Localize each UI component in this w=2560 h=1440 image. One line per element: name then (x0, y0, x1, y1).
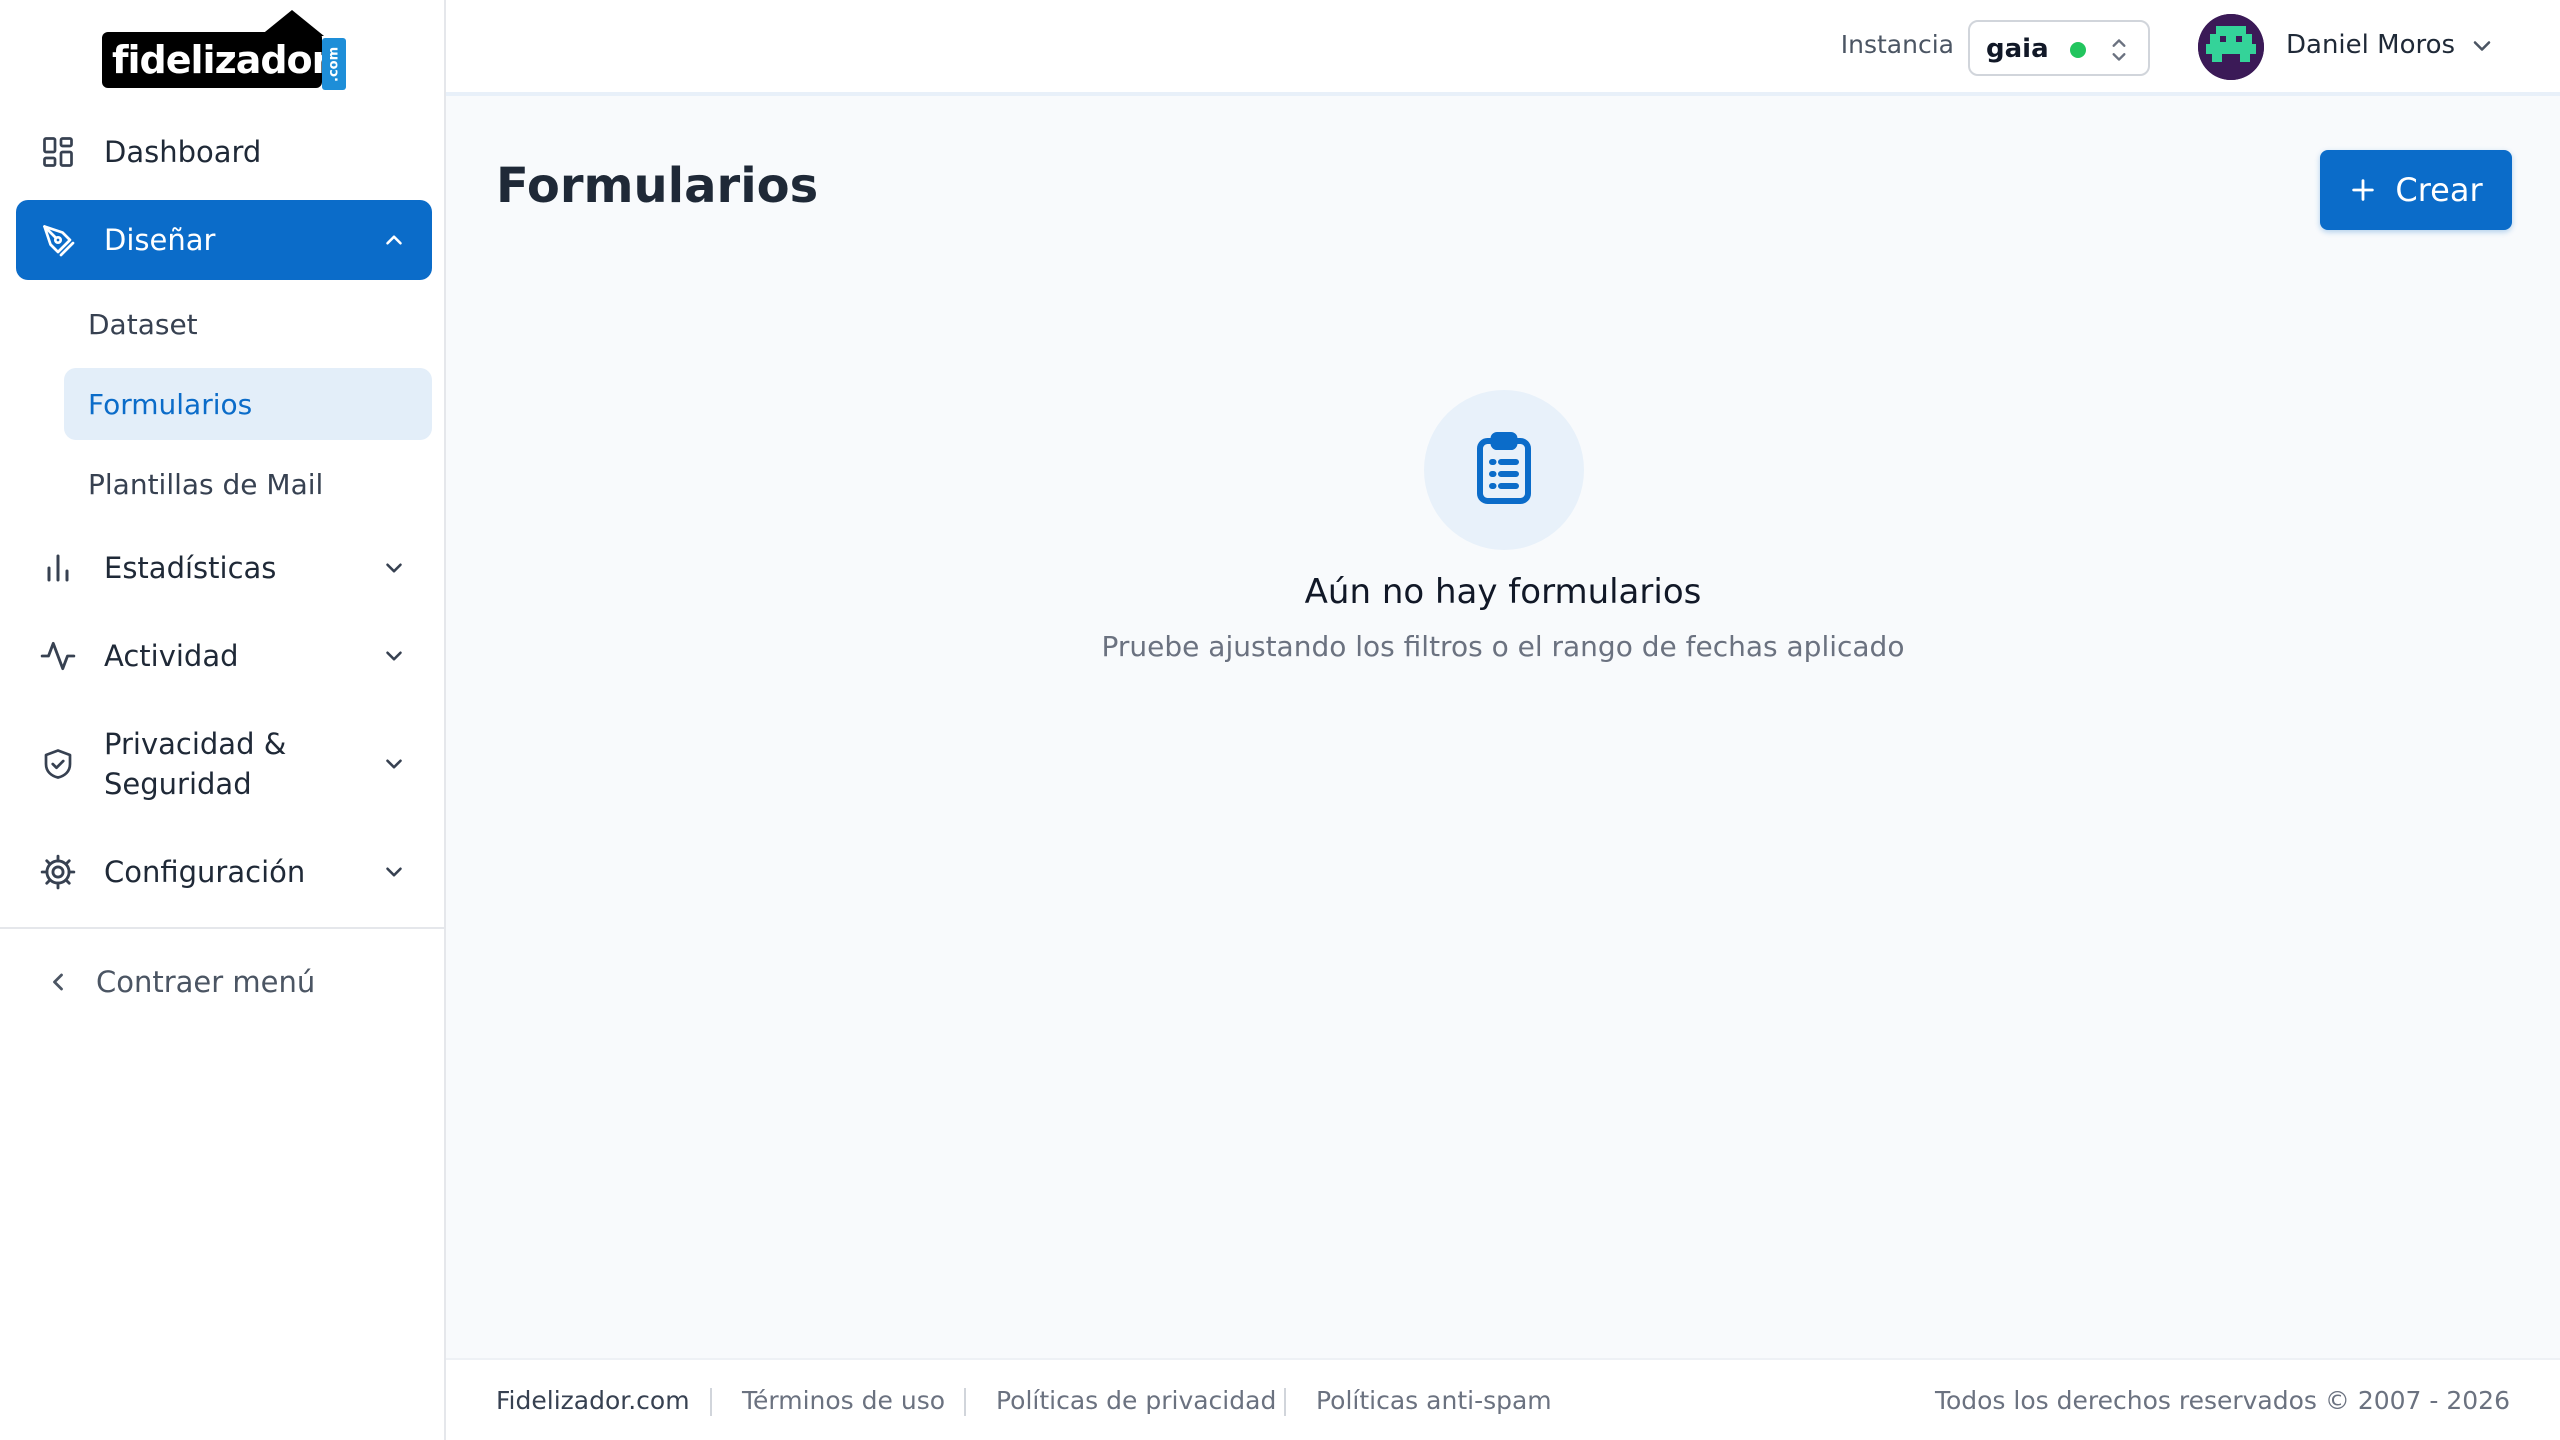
sidebar-subitem-formularios[interactable]: Formularios (64, 368, 432, 440)
activity-pulse-icon (38, 636, 78, 676)
sidebar-subitem-label: Dataset (88, 307, 198, 341)
user-name[interactable]: Daniel Moros (2286, 30, 2455, 60)
footer-copyright: Todos los derechos reservados © 2007 - 2… (1934, 1386, 2510, 1415)
footer-separator (1284, 1388, 1286, 1416)
collapse-menu-button[interactable]: Contraer menú (16, 942, 432, 1022)
sidebar-item-statistics[interactable]: Estadísticas (16, 528, 432, 608)
plus-icon (2349, 176, 2377, 204)
sidebar-subitem-label: Formularios (88, 387, 253, 421)
chevron-down-icon (380, 858, 408, 886)
footer-separator (710, 1388, 712, 1416)
create-button[interactable]: Crear (2320, 150, 2512, 230)
instance-label: Instancia (1840, 30, 1954, 59)
sidebar-item-label: Configuración (104, 855, 306, 889)
privacy-label-line2: Seguridad (104, 767, 252, 801)
sidebar-divider (0, 927, 446, 929)
dashboard-icon (38, 132, 78, 172)
main-content: Formularios Crear Aún no hay formularios… (446, 96, 2560, 1358)
privacy-label-line1: Privacidad & (104, 727, 287, 761)
sidebar-item-design[interactable]: Diseñar (16, 200, 432, 280)
chevron-down-icon (380, 642, 408, 670)
empty-state-icon-wrap (1424, 390, 1584, 550)
pen-tool-icon (38, 220, 78, 260)
sidebar-subitem-label: Plantillas de Mail (88, 467, 324, 501)
sidebar-subitem-dataset[interactable]: Dataset (64, 288, 432, 360)
sidebar-item-dashboard[interactable]: Dashboard (16, 112, 432, 192)
chevron-up-icon (380, 226, 408, 254)
clipboard-list-icon (1468, 428, 1540, 512)
sidebar-item-configuration[interactable]: Configuración (16, 832, 432, 912)
sidebar-item-activity[interactable]: Actividad (16, 616, 432, 696)
page-title: Formularios (496, 158, 819, 214)
topbar: Instancia gaia Daniel Moros (446, 0, 2560, 96)
logo-text: fidelizador (112, 38, 330, 82)
empty-state-subtitle: Pruebe ajustando los filtros o el rango … (1101, 630, 1905, 663)
shield-check-icon (38, 744, 78, 784)
sidebar: fidelizador .com Dashboard Diseñar Datas… (0, 0, 446, 1440)
sidebar-item-label: Privacidad & Seguridad (104, 724, 286, 804)
sidebar-item-label: Dashboard (104, 135, 262, 169)
bar-chart-icon (38, 548, 78, 588)
footer-link-privacy[interactable]: Políticas de privacidad (996, 1386, 1276, 1415)
footer-separator (964, 1388, 966, 1416)
footer-brand[interactable]: Fidelizador.com (496, 1386, 690, 1415)
user-avatar[interactable] (2198, 14, 2264, 80)
fidelizador-logo[interactable]: fidelizador .com (102, 10, 346, 90)
sidebar-item-label: Estadísticas (104, 551, 277, 585)
chevron-down-icon (380, 750, 408, 778)
chevron-down-icon (380, 554, 408, 582)
footer: Fidelizador.com Términos de uso Política… (446, 1358, 2560, 1440)
instance-value: gaia (1986, 34, 2049, 64)
chevron-left-icon (38, 962, 78, 1002)
gear-icon (38, 852, 78, 892)
footer-link-terms[interactable]: Términos de uso (742, 1386, 945, 1415)
sidebar-item-privacy-security[interactable]: Privacidad & Seguridad (16, 704, 432, 824)
footer-link-antispam[interactable]: Políticas anti-spam (1316, 1386, 1552, 1415)
logo-suffix: .com (322, 38, 346, 90)
create-button-label: Crear (2395, 171, 2483, 209)
chevron-up-down-icon (2106, 34, 2132, 66)
instance-select[interactable]: gaia (1968, 20, 2150, 76)
sidebar-subitem-mail-templates[interactable]: Plantillas de Mail (64, 448, 432, 520)
chevron-down-icon[interactable] (2468, 32, 2498, 62)
empty-state-title: Aún no hay formularios (1304, 572, 1702, 612)
instance-status-dot (2070, 42, 2086, 58)
sidebar-item-label: Diseñar (104, 223, 216, 257)
sidebar-item-label: Actividad (104, 639, 239, 673)
collapse-menu-label: Contraer menú (96, 965, 316, 999)
